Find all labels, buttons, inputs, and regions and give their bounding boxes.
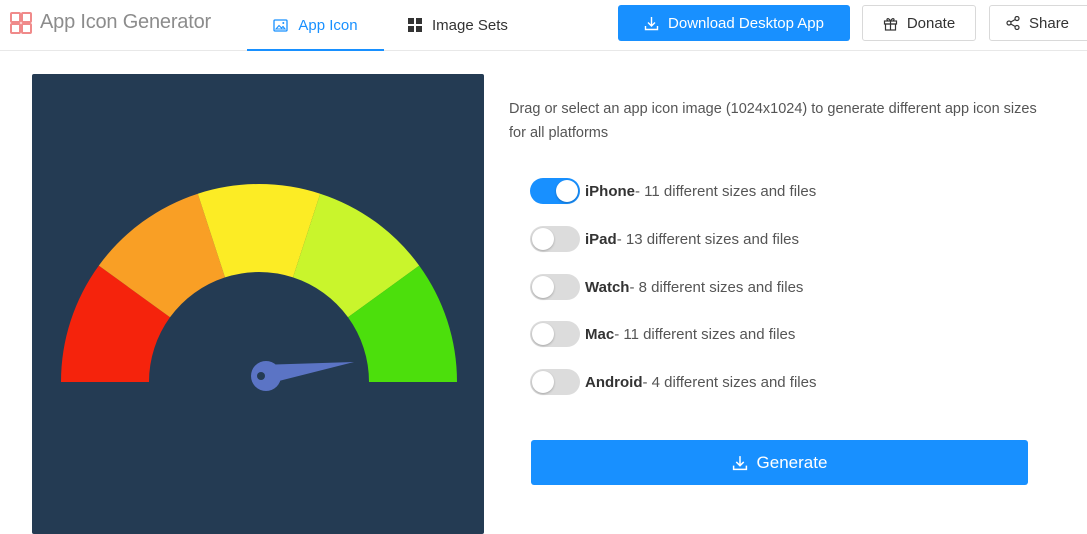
option-iphone-name: iPhone — [585, 182, 636, 200]
top-header: App Icon Generator App Icon Image Sets D… — [0, 0, 1087, 51]
toggle-knob — [532, 371, 554, 393]
option-mac-detail: - 11 different sizes and files — [614, 325, 796, 343]
gauge-segments — [60, 184, 457, 382]
donate-button-label: Donate — [906, 14, 956, 32]
toggle-knob — [556, 180, 578, 202]
option-ipad: iPad - 13 different sizes and files — [530, 226, 799, 252]
option-iphone-detail: - 11 different sizes and files — [635, 182, 817, 200]
tab-app-icon-label: App Icon — [298, 16, 358, 34]
app-title: App Icon Generator — [40, 11, 211, 33]
iphone-toggle[interactable] — [530, 178, 580, 204]
android-toggle[interactable] — [530, 369, 580, 395]
option-watch: Watch - 8 different sizes and files — [530, 274, 803, 300]
toggle-knob — [532, 228, 554, 250]
icon-preview-dropzone[interactable] — [32, 74, 484, 534]
speedometer-icon-image — [60, 184, 457, 391]
download-desktop-app-button[interactable]: Download Desktop App — [618, 5, 850, 41]
toggle-knob — [532, 276, 554, 298]
gauge-needle — [251, 361, 354, 391]
download-button-label: Download Desktop App — [668, 14, 824, 32]
grid-logo-icon — [10, 11, 32, 34]
generate-button[interactable]: Generate — [531, 440, 1028, 485]
option-ipad-detail: - 13 different sizes and files — [616, 230, 800, 248]
option-watch-detail: - 8 different sizes and files — [629, 278, 804, 296]
share-button[interactable]: Share — [989, 5, 1087, 41]
donate-button[interactable]: Donate — [862, 5, 976, 41]
tab-app-icon[interactable]: App Icon — [247, 0, 384, 51]
toggle-knob — [532, 323, 554, 345]
option-mac-name: Mac — [585, 325, 615, 343]
ipad-toggle[interactable] — [530, 226, 580, 252]
share-button-label: Share — [1029, 14, 1070, 32]
instructions-text: Drag or select an app icon image (1024x1… — [509, 101, 1037, 141]
tab-image-sets-label: Image Sets — [432, 16, 508, 34]
option-watch-name: Watch — [585, 278, 630, 296]
watch-toggle[interactable] — [530, 274, 580, 300]
download-icon — [732, 455, 747, 470]
mac-toggle[interactable] — [530, 321, 580, 347]
image-icon — [273, 18, 289, 32]
option-android-detail: - 4 different sizes and files — [642, 373, 817, 391]
tab-image-sets[interactable]: Image Sets — [408, 0, 508, 50]
grid-icon — [408, 18, 422, 32]
option-ipad-name: iPad — [585, 230, 617, 248]
share-icon — [1006, 16, 1020, 30]
option-android: Android - 4 different sizes and files — [530, 369, 816, 395]
option-mac: Mac - 11 different sizes and files — [530, 321, 795, 347]
option-android-name: Android — [585, 373, 643, 391]
option-iphone: iPhone - 11 different sizes and files — [530, 178, 816, 204]
download-icon — [644, 16, 659, 30]
gift-icon — [883, 17, 897, 31]
generate-button-label: Generate — [756, 452, 828, 472]
app-logo[interactable]: App Icon Generator — [10, 11, 211, 34]
